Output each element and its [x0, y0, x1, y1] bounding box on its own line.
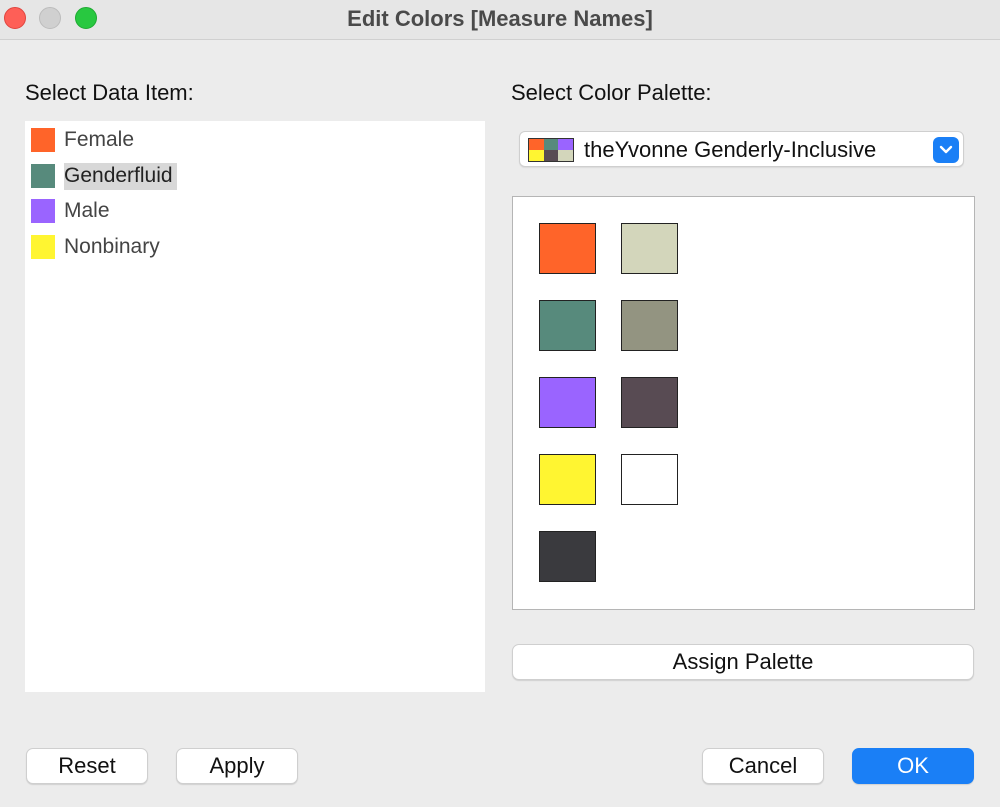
- chevron-down-icon[interactable]: [933, 137, 959, 163]
- color-swatch: [31, 199, 55, 223]
- title-bar: Edit Colors [Measure Names]: [0, 0, 1000, 40]
- palette-swatch[interactable]: [539, 223, 596, 274]
- palette-swatch[interactable]: [621, 454, 678, 505]
- data-item-label: Nonbinary: [64, 234, 160, 258]
- color-swatch: [31, 128, 55, 152]
- palette-color-grid: [512, 196, 975, 610]
- palette-swatch[interactable]: [539, 531, 596, 582]
- select-color-palette-label: Select Color Palette:: [511, 80, 712, 105]
- data-item-label: Male: [64, 198, 110, 222]
- palette-preview-cell: [543, 139, 559, 150]
- apply-button[interactable]: Apply: [176, 748, 298, 784]
- color-swatch: [31, 235, 55, 259]
- palette-preview-cell: [529, 139, 544, 150]
- palette-swatch[interactable]: [621, 223, 678, 274]
- palette-preview-cell: [529, 150, 544, 161]
- data-item-label: Female: [64, 127, 135, 151]
- cancel-button[interactable]: Cancel: [702, 748, 824, 784]
- palette-swatch[interactable]: [539, 300, 596, 351]
- color-palette-dropdown[interactable]: theYvonne Genderly-Inclusive: [519, 131, 964, 167]
- select-data-item-label: Select Data Item:: [25, 80, 194, 105]
- ok-button[interactable]: OK: [852, 748, 974, 784]
- palette-name: theYvonne Genderly-Inclusive: [584, 137, 877, 162]
- window-title: Edit Colors [Measure Names]: [347, 6, 653, 31]
- palette-preview-cell: [543, 150, 559, 161]
- data-item-label: Genderfluid: [64, 162, 177, 190]
- assign-palette-button[interactable]: Assign Palette: [512, 644, 974, 680]
- palette-preview-cell: [558, 139, 573, 150]
- palette-preview-cell: [558, 150, 573, 161]
- palette-swatch[interactable]: [621, 377, 678, 428]
- palette-swatch[interactable]: [621, 300, 678, 351]
- reset-button[interactable]: Reset: [26, 748, 148, 784]
- palette-swatch[interactable]: [539, 454, 596, 505]
- color-swatch: [31, 164, 55, 188]
- palette-swatch[interactable]: [539, 377, 596, 428]
- data-item-list: Female Genderfluid Male Nonbinary: [25, 121, 485, 692]
- palette-preview-icon: [528, 138, 574, 162]
